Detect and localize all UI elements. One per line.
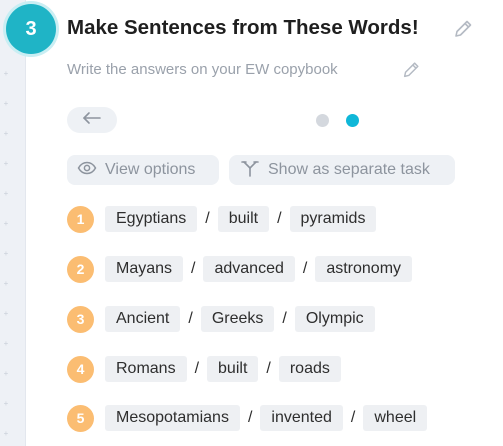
view-options-button[interactable]: View options — [67, 155, 219, 185]
plus-marker: + — [3, 189, 9, 198]
show-as-separate-task-button[interactable]: Show as separate task — [229, 155, 455, 185]
plus-marker: + — [3, 69, 9, 78]
word-chip: Mesopotamians — [105, 405, 240, 431]
word-chip: pyramids — [289, 206, 377, 232]
row-number-badge: 3 — [67, 305, 94, 333]
word-separator: / — [350, 409, 356, 426]
sentence-row: 3 Ancient / Greeks / Olympic — [67, 304, 375, 334]
plus-marker: + — [3, 129, 9, 138]
word-separator: / — [282, 310, 287, 327]
sentence-row: 1 Egyptians / built / pyramids — [67, 204, 377, 234]
word-chip: Romans — [105, 356, 187, 382]
word-chip: roads — [278, 356, 341, 382]
row-number-badge: 4 — [67, 355, 94, 383]
word-chip: wheel — [363, 405, 428, 431]
sentence-row: 5 Mesopotamians / invented / wheel — [67, 403, 428, 433]
plus-marker: + — [3, 399, 9, 408]
arrow-left-icon — [82, 111, 102, 130]
word-chip: invented — [260, 405, 343, 431]
plus-marker: + — [3, 429, 9, 438]
word-chip: built — [207, 356, 259, 382]
exercise-subtitle: Write the answers on your EW copybook — [67, 61, 338, 78]
view-options-label: View options — [105, 161, 196, 178]
word-separator: / — [205, 210, 210, 227]
exercise-title: Make Sentences from These Words! — [67, 16, 419, 39]
row-number-badge: 1 — [67, 205, 94, 233]
word-chip: Olympic — [294, 306, 375, 332]
word-chip: Mayans — [105, 256, 184, 282]
word-chip: built — [217, 206, 270, 232]
plus-marker: + — [3, 159, 9, 168]
word-chip: astronomy — [315, 256, 413, 282]
word-separator: / — [188, 310, 193, 327]
sentence-row: 2 Mayans / advanced / astronomy — [67, 254, 413, 284]
row-number-badge: 5 — [67, 404, 94, 432]
left-rail: + + + + + + + + + + + + + — [0, 0, 26, 446]
plus-marker: + — [3, 339, 9, 348]
edit-title-icon[interactable] — [452, 18, 474, 40]
page-dot-2-active[interactable] — [346, 114, 359, 127]
plus-marker: + — [3, 219, 9, 228]
split-fork-icon — [240, 159, 268, 182]
sentence-row: 4 Romans / built / roads — [67, 354, 341, 384]
word-separator: / — [302, 260, 308, 277]
plus-marker: + — [3, 369, 9, 378]
word-separator: / — [194, 360, 200, 377]
edit-subtitle-icon[interactable] — [401, 60, 421, 80]
plus-marker: + — [3, 309, 9, 318]
word-separator: / — [277, 210, 282, 227]
word-chip: advanced — [203, 256, 295, 282]
plus-marker: + — [3, 249, 9, 258]
word-separator: / — [266, 360, 271, 377]
word-separator: / — [191, 260, 196, 277]
word-chip: Egyptians — [105, 206, 198, 232]
word-separator: / — [247, 409, 253, 426]
eye-icon — [77, 161, 105, 180]
back-button[interactable] — [67, 107, 117, 133]
plus-marker: + — [3, 99, 9, 108]
show-as-separate-task-label: Show as separate task — [268, 161, 430, 178]
row-number-badge: 2 — [67, 255, 94, 283]
page-dot-1[interactable] — [316, 114, 329, 127]
word-chip: Greeks — [200, 306, 275, 332]
plus-marker: + — [3, 279, 9, 288]
step-number-badge: 3 — [6, 4, 56, 54]
word-chip: Ancient — [105, 306, 181, 332]
